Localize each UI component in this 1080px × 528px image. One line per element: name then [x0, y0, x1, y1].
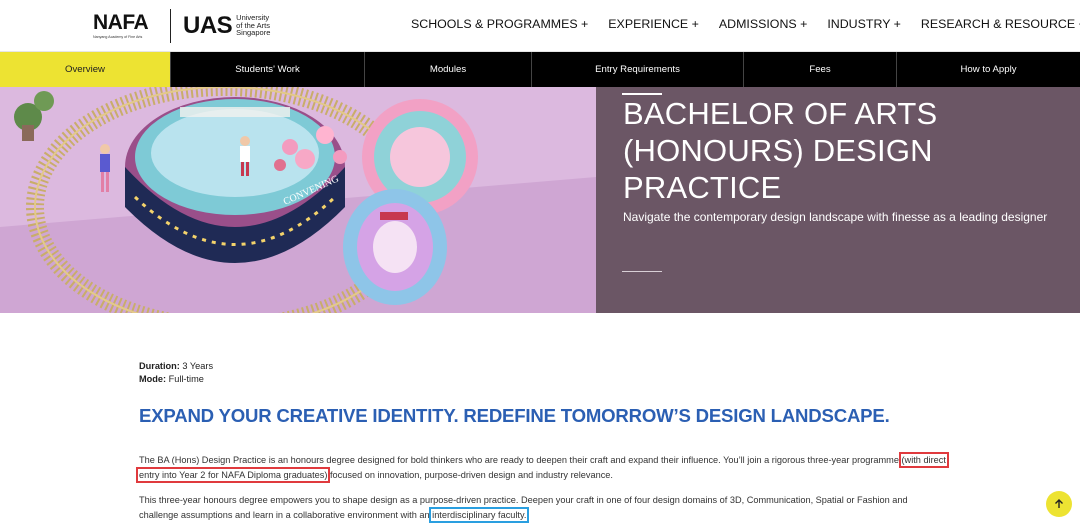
highlight-direct-entry-1: (with direct — [898, 452, 949, 468]
logo-divider — [170, 9, 171, 43]
section-headline: EXPAND YOUR CREATIVE IDENTITY. REDEFINE … — [139, 405, 890, 426]
mode-row: Mode: Full-time — [139, 373, 213, 386]
uas-logo[interactable]: UAS University of the Arts Singapore — [183, 11, 270, 43]
duration-value: 3 Years — [182, 361, 214, 371]
nav-experience[interactable]: EXPERIENCE + — [608, 17, 699, 31]
hero-illustration-art: CONVENING — [0, 87, 596, 313]
highlight-interdisciplinary-faculty: interdisciplinary faculty. — [429, 507, 530, 523]
nav-industry[interactable]: INDUSTRY + — [827, 17, 901, 31]
detail-paragraph: This three-year honours degree empowers … — [139, 493, 949, 523]
hero-bottom-rule — [622, 271, 662, 272]
hero-banner: CONVENING BACHELOR OF ARTS (HONOURS) DES… — [0, 87, 1080, 313]
tab-modules[interactable]: Modules — [365, 52, 532, 87]
arrow-up-icon — [1055, 499, 1063, 508]
programme-tabs: Overview Students' Work Modules Entry Re… — [0, 52, 1080, 87]
nav-schools-programmes[interactable]: SCHOOLS & PROGRAMMES + — [411, 17, 588, 31]
tab-overview[interactable]: Overview — [0, 52, 171, 87]
nafa-logo-word: NAFA — [93, 11, 149, 34]
main-nav: SCHOOLS & PROGRAMMES + EXPERIENCE + ADMI… — [411, 17, 1080, 31]
uas-logo-subtitle: University of the Arts Singapore — [236, 14, 270, 37]
duration-row: Duration: 3 Years — [139, 360, 213, 373]
page-title: BACHELOR OF ARTS (HONOURS) DESIGN PRACTI… — [623, 96, 938, 205]
nafa-logo-subtitle: Nanyang Academy of Fine Arts — [93, 35, 143, 39]
intro-paragraph: The BA (Hons) Design Practice is an hono… — [135, 452, 949, 483]
tab-how-to-apply[interactable]: How to Apply — [897, 52, 1080, 87]
nav-research-resource[interactable]: RESEARCH & RESOURCE + — [921, 17, 1080, 31]
hero-subtitle: Navigate the contemporary design landsca… — [623, 210, 1048, 224]
hero-illustration: CONVENING — [0, 87, 596, 313]
scroll-to-top-button[interactable] — [1046, 491, 1072, 517]
intro-text-b: focused on innovation, purpose-driven de… — [327, 470, 613, 480]
mode-label: Mode: — [139, 374, 167, 384]
highlight-direct-entry-2: entry into Year 2 for NAFA Diploma gradu… — [135, 467, 331, 483]
tab-entry-requirements[interactable]: Entry Requirements — [532, 52, 744, 87]
duration-label: Duration: — [139, 361, 180, 371]
uas-logo-word: UAS — [183, 12, 233, 39]
tab-students-work[interactable]: Students' Work — [171, 52, 365, 87]
tab-fees[interactable]: Fees — [744, 52, 897, 87]
uas-sub-line-3: Singapore — [236, 28, 271, 38]
hero-panel: BACHELOR OF ARTS (HONOURS) DESIGN PRACTI… — [596, 87, 1080, 313]
site-header: NAFA Nanyang Academy of Fine Arts UAS Un… — [0, 0, 1080, 52]
mode-value: Full-time — [168, 374, 204, 384]
nav-admissions[interactable]: ADMISSIONS + — [719, 17, 807, 31]
programme-meta: Duration: 3 Years Mode: Full-time — [139, 360, 213, 386]
nafa-logo[interactable]: NAFA Nanyang Academy of Fine Arts — [93, 12, 163, 42]
intro-text-a: The BA (Hons) Design Practice is an hono… — [139, 455, 902, 465]
